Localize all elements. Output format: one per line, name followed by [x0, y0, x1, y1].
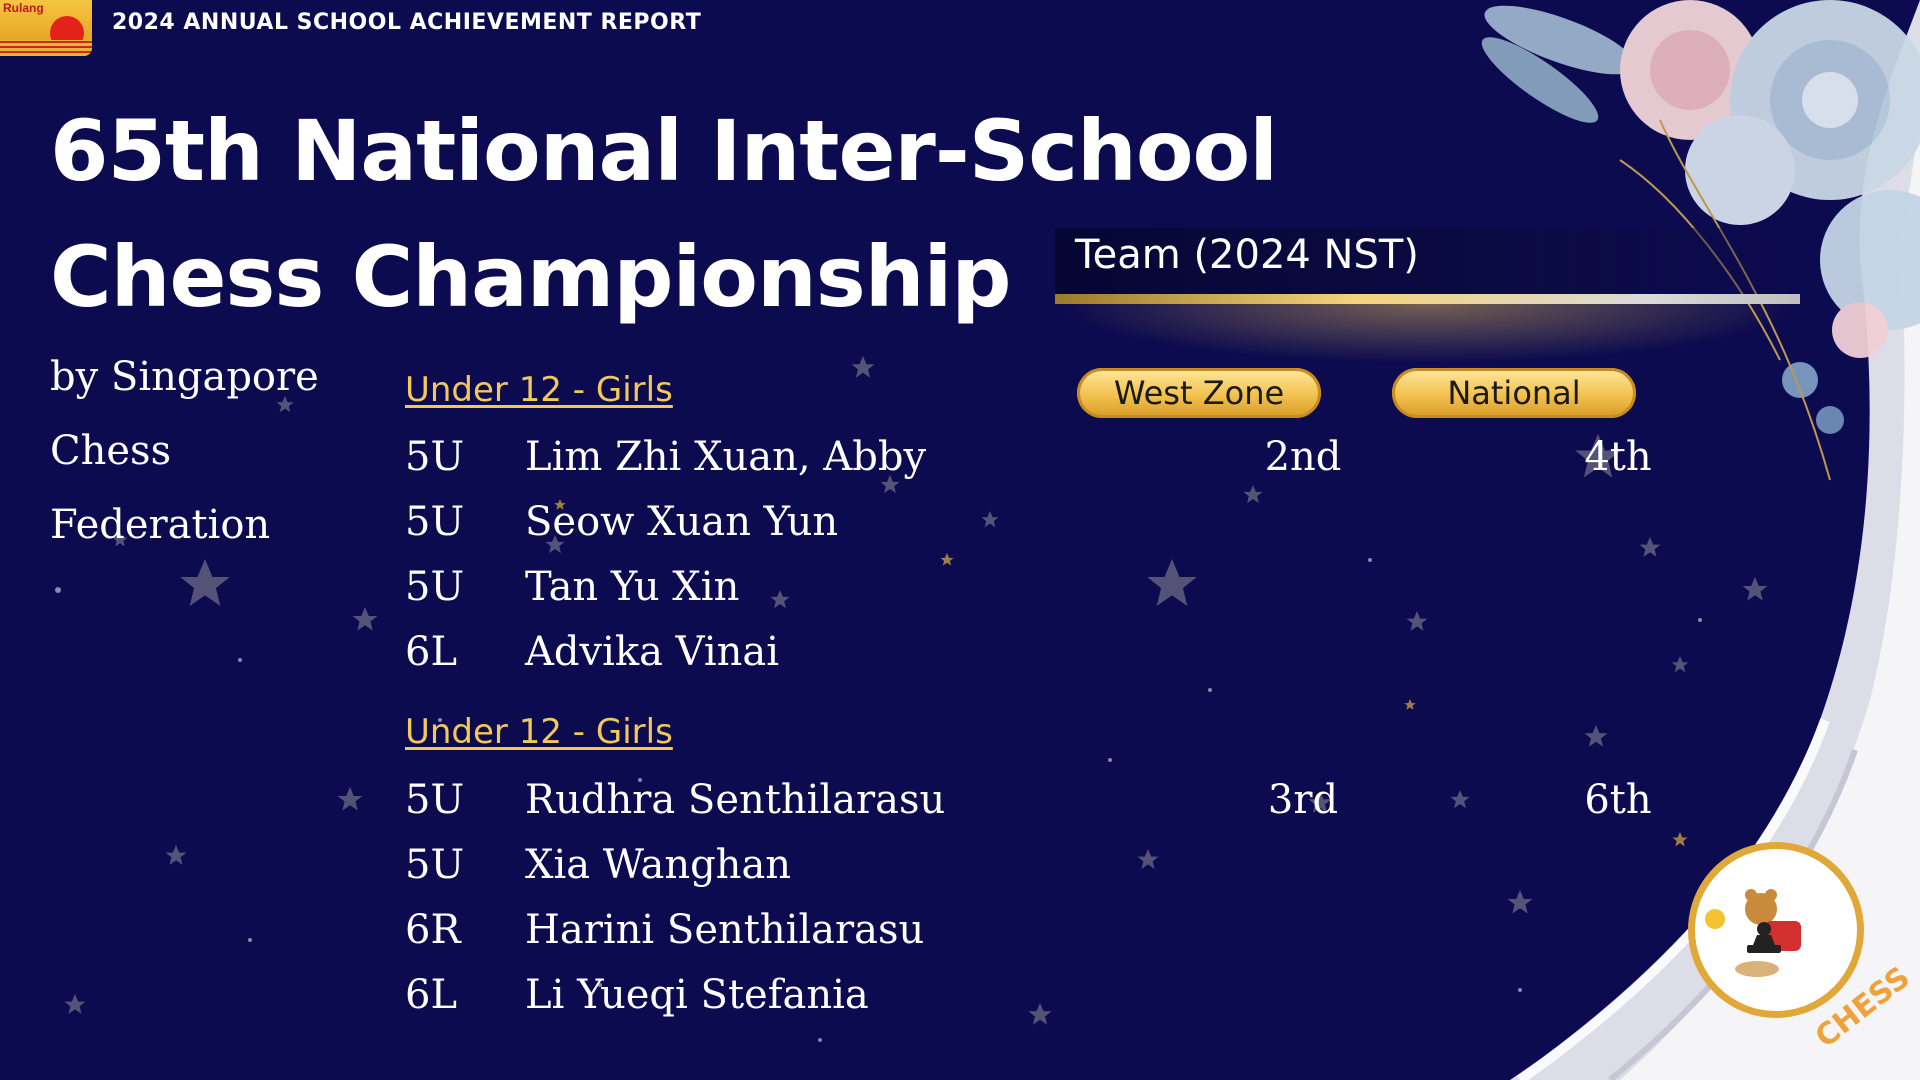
student-name: Li Yueqi Stefania [525, 972, 869, 1018]
class-code: 5U [405, 564, 465, 610]
table-row: 5U Seow Xuan Yun [405, 499, 1605, 559]
subtitle-line-2: Chess [50, 428, 172, 474]
class-code: 5U [405, 842, 465, 888]
sparkle-decoration [1055, 304, 1800, 364]
wave-icon [0, 40, 92, 56]
table-row: 5U Xia Wanghan [405, 842, 1605, 902]
student-name: Lim Zhi Xuan, Abby [525, 434, 927, 480]
west-zone-placing: 3rd [1267, 777, 1339, 823]
gold-divider [1055, 294, 1800, 304]
student-name: Xia Wanghan [525, 842, 792, 888]
table-row: 5U Lim Zhi Xuan, Abby 2nd 4th [405, 434, 1652, 494]
table-row: 6L Li Yueqi Stefania [405, 972, 1605, 1032]
report-title: 2024 ANNUAL SCHOOL ACHIEVEMENT REPORT [112, 10, 702, 35]
logo-text: Rulang [3, 1, 44, 15]
west-zone-header: West Zone [1077, 368, 1321, 418]
class-code: 6R [405, 907, 461, 953]
student-name: Harini Senthilarasu [525, 907, 925, 953]
class-code: 5U [405, 434, 465, 480]
chess-bear-icon [1705, 889, 1801, 977]
title-line-1: 65th National Inter-School [50, 102, 1278, 200]
class-code: 5U [405, 499, 465, 545]
student-name: Rudhra Senthilarasu [525, 777, 946, 823]
chess-club-badge [1688, 842, 1864, 1018]
table-row: 6L Advika Vinai [405, 629, 1605, 689]
national-placing: 6th [1584, 777, 1652, 823]
school-logo: Rulang [0, 0, 92, 56]
table-row: 5U Tan Yu Xin [405, 564, 1605, 624]
student-name: Seow Xuan Yun [525, 499, 839, 545]
subtitle-line-1: by Singapore [50, 354, 319, 400]
table-row: 6R Harini Senthilarasu [405, 907, 1605, 967]
class-code: 6L [405, 629, 458, 675]
organizer-subtitle: by Singapore Chess Federation [50, 340, 350, 562]
class-code: 6L [405, 972, 458, 1018]
subtitle-line-3: Federation [50, 502, 271, 548]
table-row: 5U Rudhra Senthilarasu 3rd 6th [405, 777, 1652, 837]
team-label: Team (2024 NST) [1075, 232, 1419, 278]
national-header: National [1392, 368, 1636, 418]
section-heading: Under 12 - Girls [405, 370, 673, 410]
section-heading: Under 12 - Girls [405, 712, 673, 752]
national-placing: 4th [1584, 434, 1652, 480]
class-code: 5U [405, 777, 465, 823]
student-name: Advika Vinai [525, 629, 780, 675]
student-name: Tan Yu Xin [525, 564, 740, 610]
west-zone-placing: 2nd [1264, 434, 1342, 480]
